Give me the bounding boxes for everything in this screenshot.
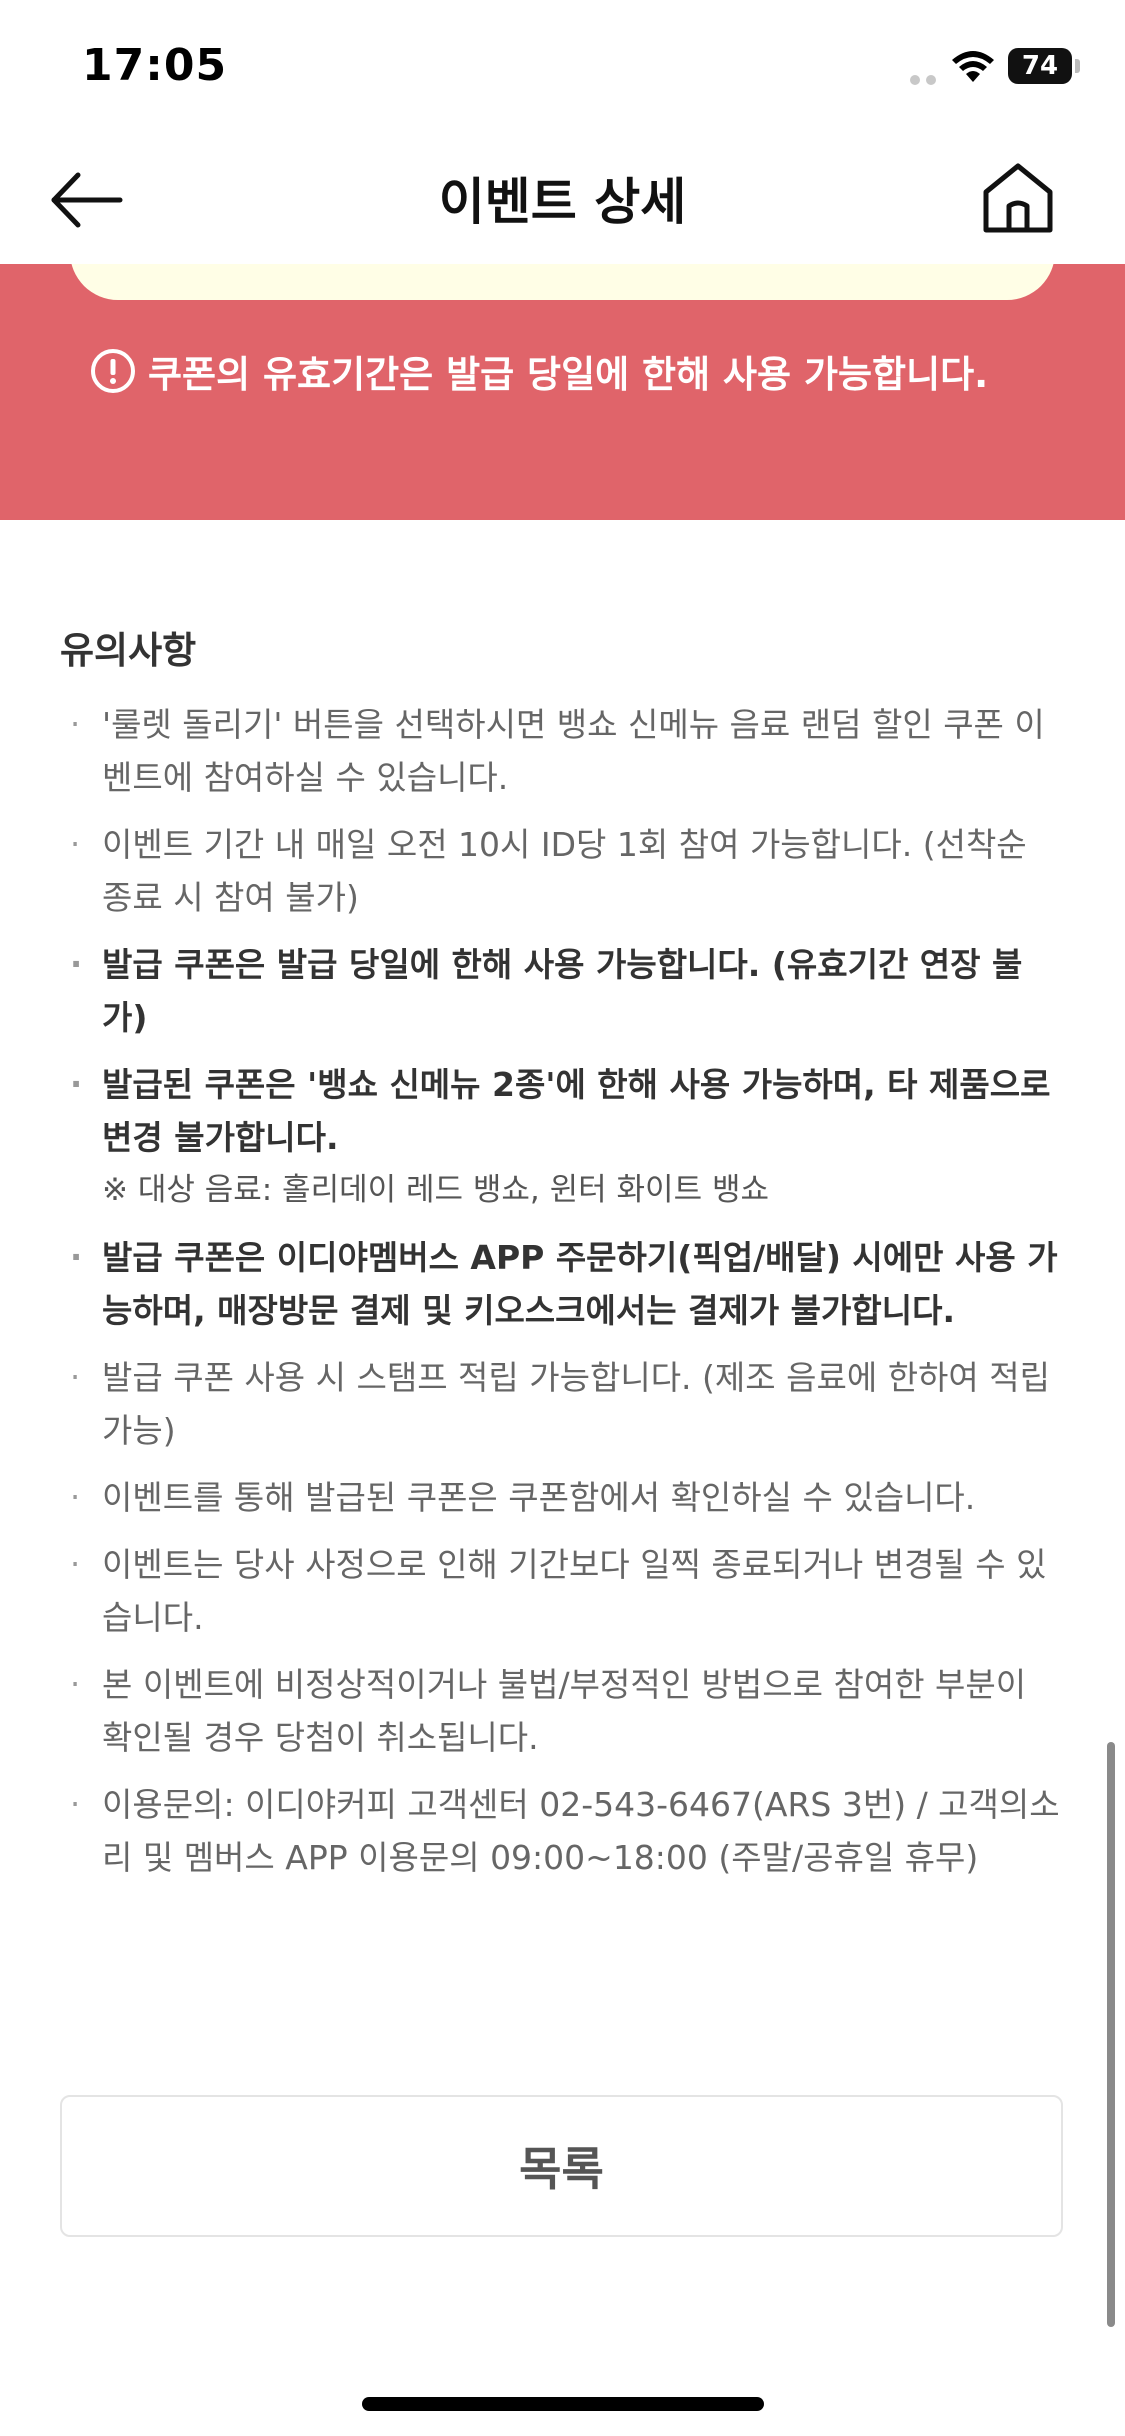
list-item: 이용문의: 이디야커피 고객센터 02-543-6467(ARS 3번) / 고… [60, 1778, 1060, 1884]
list-item: '룰렛 돌리기' 버튼을 선택하시면 뱅쇼 신메뉴 음료 랜덤 할인 쿠폰 이벤… [60, 698, 1060, 804]
list-item: 발급 쿠폰은 이디야멤버스 APP 주문하기(픽업/배달) 시에만 사용 가능하… [60, 1231, 1060, 1337]
banner-notice-text: 쿠폰의 유효기간은 발급 당일에 한해 사용 가능합니다. [148, 353, 989, 396]
list-item: 이벤트를 통해 발급된 쿠폰은 쿠폰함에서 확인하실 수 있습니다. [60, 1471, 1060, 1524]
exclamation-circle-icon [91, 349, 135, 393]
list-item: 본 이벤트에 비정상적이거나 불법/부정적인 방법으로 참여한 부분이 확인될 … [60, 1658, 1060, 1764]
scrollbar[interactable] [1107, 1742, 1115, 2327]
list-item: 이벤트 기간 내 매일 오전 10시 ID당 1회 참여 가능합니다. (선착순… [60, 818, 1060, 924]
battery-tip [1075, 59, 1080, 73]
nav-bar: 이벤트 상세 [0, 140, 1125, 264]
list-item: 발급 쿠폰은 발급 당일에 한해 사용 가능합니다. (유효기간 연장 불가) [60, 938, 1060, 1044]
list-item: 이벤트는 당사 사정으로 인해 기간보다 일찍 종료되거나 변경될 수 있습니다… [60, 1538, 1060, 1644]
notes-title: 유의사항 [60, 629, 197, 672]
signal-dots-icon [910, 70, 942, 89]
home-button[interactable] [980, 160, 1056, 236]
notes-section: 유의사항 '룰렛 돌리기' 버튼을 선택하시면 뱅쇼 신메뉴 음료 랜덤 할인 … [60, 620, 1060, 1898]
wifi-icon [952, 51, 994, 82]
status-time: 17:05 [82, 40, 228, 91]
banner-notice: 쿠폰의 유효기간은 발급 당일에 한해 사용 가능합니다. [90, 344, 988, 398]
home-indicator[interactable] [362, 2397, 764, 2411]
list-item: 발급 쿠폰 사용 시 스탬프 적립 가능합니다. (제조 음료에 한하여 적립 … [60, 1351, 1060, 1457]
page-title: 이벤트 상세 [438, 173, 687, 231]
target-drinks: ※ 대상 음료: 홀리데이 레드 뱅쇼, 윈터 화이트 뱅쇼 [102, 1172, 769, 1208]
banner-pill [70, 264, 1055, 300]
coupon-banner: 쿠폰의 유효기간은 발급 당일에 한해 사용 가능합니다. [0, 264, 1125, 520]
list-item: 발급된 쿠폰은 '뱅쇼 신메뉴 2종'에 한해 사용 가능하며, 타 제품으로 … [60, 1058, 1060, 1217]
status-bar: 17:05 74 [0, 0, 1125, 140]
list-button[interactable]: 목록 [60, 2095, 1063, 2237]
home-icon [983, 163, 1053, 233]
notes-list: '룰렛 돌리기' 버튼을 선택하시면 뱅쇼 신메뉴 음료 랜덤 할인 쿠폰 이벤… [60, 698, 1060, 1884]
battery-icon: 74 [1008, 48, 1072, 84]
